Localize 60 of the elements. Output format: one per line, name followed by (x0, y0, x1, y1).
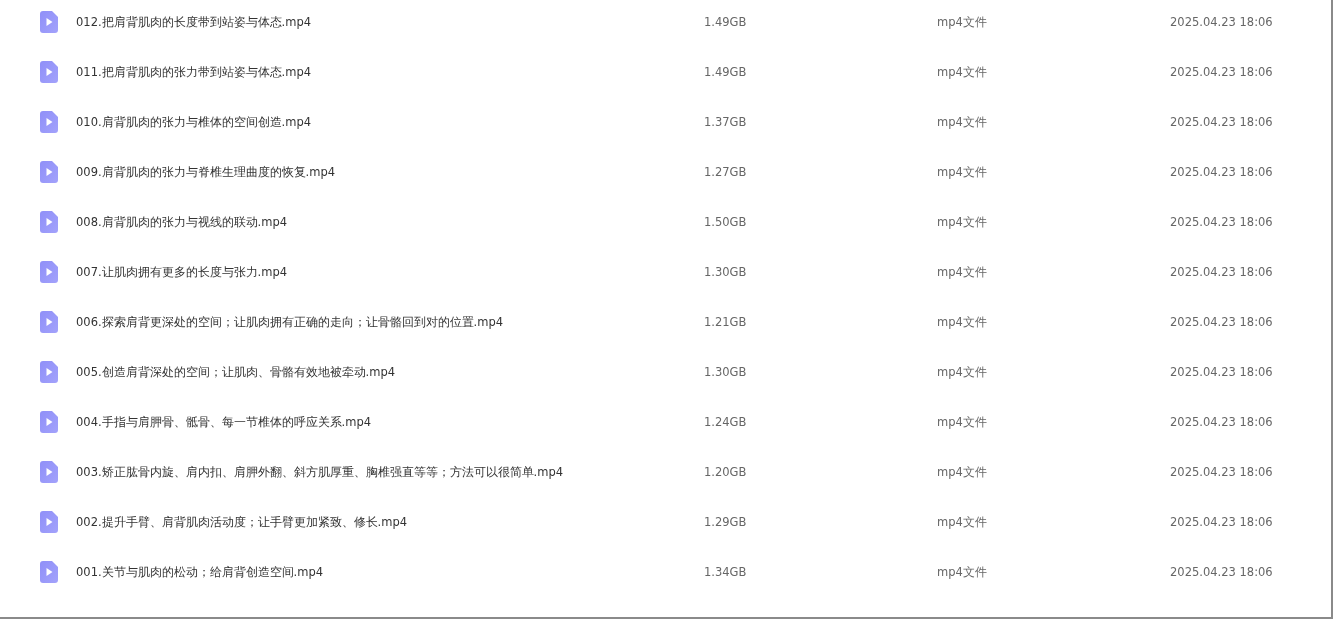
file-type: mp4文件 (937, 264, 988, 280)
file-type: mp4文件 (937, 64, 988, 80)
file-name[interactable]: 007.让肌肉拥有更多的长度与张力.mp4 (76, 264, 704, 280)
modified-date: 2025.04.23 18:06 (1170, 465, 1274, 479)
file-type: mp4文件 (937, 364, 988, 380)
video-file-icon (40, 261, 58, 283)
file-size: 1.37GB (704, 115, 748, 129)
file-size: 1.49GB (704, 15, 748, 29)
file-name[interactable]: 002.提升手臂、肩背肌肉活动度；让手臂更加紧致、修长.mp4 (76, 514, 704, 530)
video-file-icon (40, 511, 58, 533)
file-type: mp4文件 (937, 314, 988, 330)
file-size: 1.30GB (704, 365, 748, 379)
file-size: 1.20GB (704, 465, 748, 479)
file-type: mp4文件 (937, 514, 988, 530)
video-file-icon (40, 561, 58, 583)
file-name[interactable]: 003.矫正肱骨内旋、肩内扣、肩胛外翻、斜方肌厚重、胸椎强直等等；方法可以很简单.mp4 (76, 464, 704, 480)
video-file-icon (40, 11, 58, 33)
file-name[interactable]: 011.把肩背肌肉的张力带到站姿与体态.mp4 (76, 64, 704, 80)
modified-date: 2025.04.23 18:06 (1170, 65, 1274, 79)
file-name[interactable]: 009.肩背肌肉的张力与脊椎生理曲度的恢复.mp4 (76, 164, 704, 180)
file-name[interactable]: 008.肩背肌肉的张力与视线的联动.mp4 (76, 214, 704, 230)
file-name[interactable]: 010.肩背肌肉的张力与椎体的空间创造.mp4 (76, 114, 704, 130)
video-file-icon (40, 461, 58, 483)
modified-date: 2025.04.23 18:06 (1170, 265, 1274, 279)
file-name[interactable]: 001.关节与肌肉的松动；给肩背创造空间.mp4 (76, 564, 704, 580)
video-file-icon (40, 61, 58, 83)
modified-date: 2025.04.23 18:06 (1170, 165, 1274, 179)
file-type: mp4文件 (937, 564, 988, 580)
video-file-icon (40, 311, 58, 333)
file-type: mp4文件 (937, 464, 988, 480)
file-name[interactable]: 004.手指与肩胛骨、骶骨、每一节椎体的呼应关系.mp4 (76, 414, 704, 430)
file-type: mp4文件 (937, 114, 988, 130)
video-file-icon (40, 161, 58, 183)
modified-date: 2025.04.23 18:06 (1170, 565, 1274, 579)
file-name[interactable]: 006.探索肩背更深处的空间；让肌肉拥有正确的走向；让骨骼回到对的位置.mp4 (76, 314, 704, 330)
file-size: 1.34GB (704, 565, 748, 579)
file-name[interactable]: 012.把肩背肌肉的长度带到站姿与体态.mp4 (76, 14, 704, 30)
file-type: mp4文件 (937, 164, 988, 180)
video-file-icon (40, 111, 58, 133)
modified-date: 2025.04.23 18:06 (1170, 315, 1274, 329)
file-size: 1.49GB (704, 65, 748, 79)
file-size: 1.21GB (704, 315, 748, 329)
file-size: 1.50GB (704, 215, 748, 229)
modified-date: 2025.04.23 18:06 (1170, 365, 1274, 379)
modified-date: 2025.04.23 18:06 (1170, 115, 1274, 129)
modified-date: 2025.04.23 18:06 (1170, 15, 1274, 29)
video-file-icon (40, 411, 58, 433)
file-type: mp4文件 (937, 14, 988, 30)
file-name[interactable]: 005.创造肩背深处的空间；让肌肉、骨骼有效地被牵动.mp4 (76, 364, 704, 380)
video-file-icon (40, 361, 58, 383)
file-size: 1.29GB (704, 515, 748, 529)
file-size: 1.24GB (704, 415, 748, 429)
file-size: 1.27GB (704, 165, 748, 179)
file-type: mp4文件 (937, 214, 988, 230)
video-file-icon (40, 211, 58, 233)
file-type: mp4文件 (937, 414, 988, 430)
file-size: 1.30GB (704, 265, 748, 279)
modified-date: 2025.04.23 18:06 (1170, 415, 1274, 429)
modified-date: 2025.04.23 18:06 (1170, 515, 1274, 529)
modified-date: 2025.04.23 18:06 (1170, 215, 1274, 229)
